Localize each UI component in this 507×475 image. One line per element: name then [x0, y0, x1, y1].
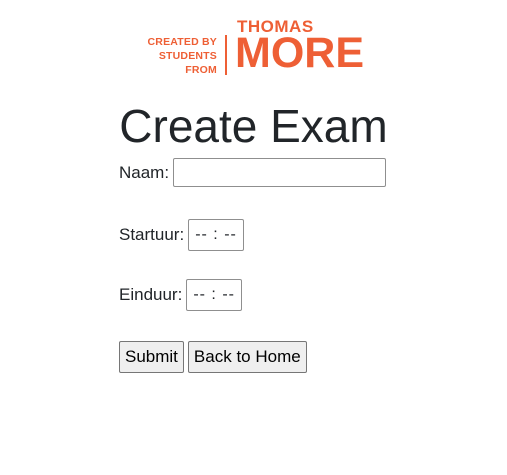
name-input[interactable] — [173, 158, 387, 187]
button-row: Submit Back to Home — [119, 341, 311, 373]
thomas-more-logo: CREATED BY STUDENTS FROM THOMAS MORE — [143, 17, 373, 77]
start-time-row: Startuur: -- : -- — [119, 219, 244, 251]
name-row: Naam: — [119, 158, 387, 187]
name-label: Naam: — [119, 162, 170, 182]
start-time-label: Startuur: — [119, 225, 185, 244]
logo-tagline: CREATED BY STUDENTS FROM — [147, 36, 217, 76]
logo-more-text: MORE — [235, 29, 364, 77]
start-time-input[interactable]: -- : -- — [188, 219, 244, 251]
end-time-row: Einduur: -- : -- — [119, 279, 242, 311]
end-time-input[interactable]: -- : -- — [186, 279, 242, 311]
page-title: Create Exam — [119, 100, 388, 152]
submit-button[interactable]: Submit — [119, 341, 184, 373]
end-time-label: Einduur: — [119, 285, 183, 304]
back-to-home-button[interactable]: Back to Home — [187, 341, 307, 373]
logo-divider — [225, 35, 227, 75]
